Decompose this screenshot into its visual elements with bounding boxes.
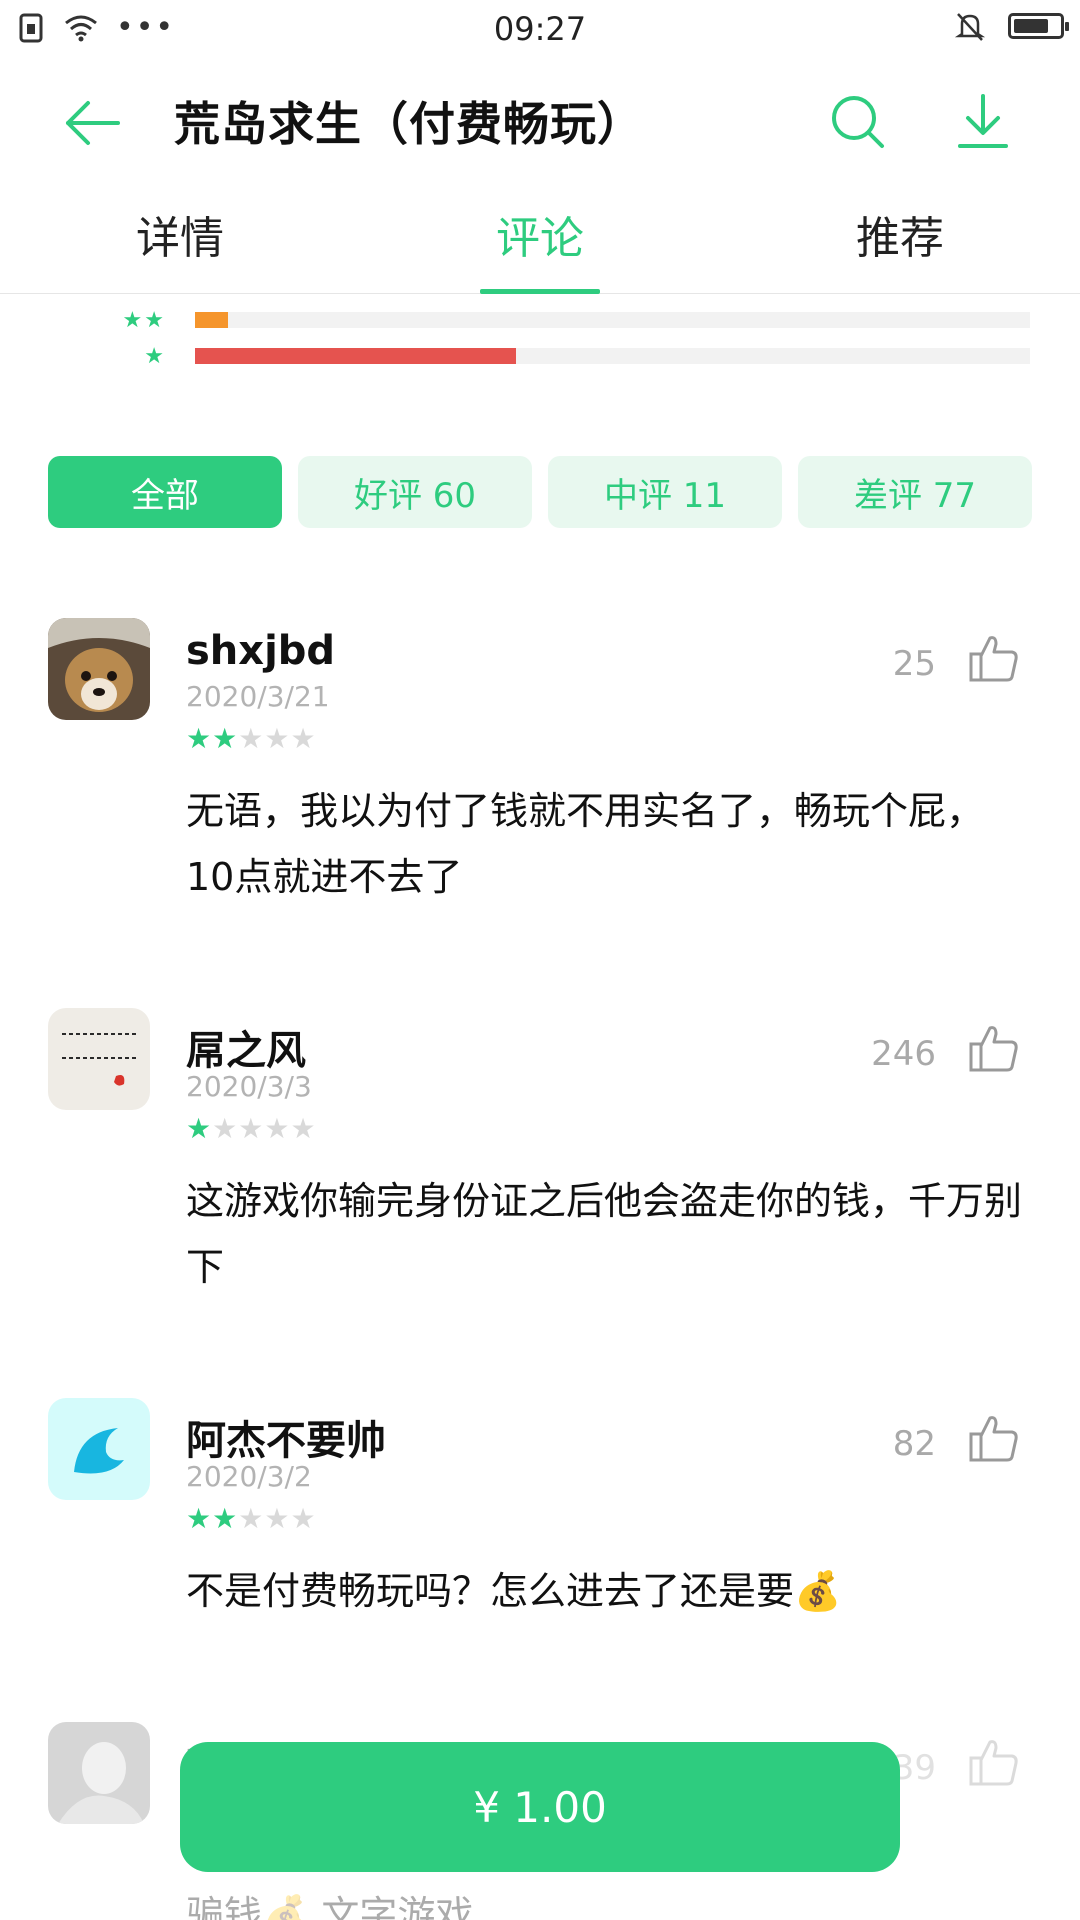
like-count: 246 [871, 1034, 936, 1074]
tab-details[interactable]: 详情 [80, 202, 280, 266]
wave-avatar-image [48, 1398, 150, 1500]
star-icon: ★ [290, 1112, 317, 1145]
star-icon: ★ [212, 1502, 239, 1535]
review-date: 2020/3/21 [186, 680, 330, 713]
rating-fill-1-star [195, 348, 517, 364]
calligraphy-avatar-image [48, 1008, 150, 1110]
star-icon: ★ [264, 1502, 291, 1535]
avatar[interactable] [48, 1008, 150, 1110]
status-right-icons [954, 10, 1069, 42]
star-icon: ★ [264, 1112, 291, 1145]
avatar[interactable] [48, 1398, 150, 1500]
thumbs-up-icon[interactable] [968, 1736, 1020, 1788]
star-icon: ★ [290, 1502, 317, 1535]
like-count: 82 [892, 1424, 936, 1464]
buy-button[interactable]: ¥ 1.00 [180, 1742, 900, 1872]
search-icon[interactable] [826, 90, 888, 152]
rating-fill-2-star [195, 312, 229, 328]
rating-row-2-star: ★★ [0, 308, 1080, 333]
reviewer-name: 屌之风 [186, 1028, 306, 1074]
reviewer-name: shxjbd [186, 628, 336, 674]
star-icon: ★ [238, 1112, 265, 1145]
tab-bar: 详情 评论 推荐 [0, 186, 1080, 294]
bell-muted-icon [954, 13, 986, 41]
review-text: 无语，我以为付了钱就不用实名了，畅玩个屁，10点就进不去了 [186, 789, 985, 899]
rating-track [195, 312, 1030, 328]
star-icon: ★ [186, 1112, 213, 1145]
rating-track [195, 348, 1030, 364]
filter-positive[interactable]: 好评 60 [298, 456, 532, 528]
review-date: 2020/3/2 [186, 1460, 312, 1493]
filter-all[interactable]: 全部 [48, 456, 282, 528]
reviewer-name: 阿杰不要帅 [186, 1418, 386, 1464]
thumbs-up-icon[interactable] [968, 1412, 1020, 1464]
review-text: 不是付费畅玩吗？怎么进去了还是要💰 [186, 1569, 842, 1613]
tab-recommend[interactable]: 推荐 [800, 202, 1000, 266]
dog-avatar-image [48, 618, 150, 720]
star-icon: ★ [212, 1112, 239, 1145]
review-stars: ★★★★★ [186, 1112, 317, 1145]
portrait-avatar-image [48, 1722, 150, 1824]
review-text: 这游戏你输完身份证之后他会盗走你的钱，千万别下 [186, 1179, 1023, 1289]
battery-icon [1008, 13, 1069, 39]
review-stars: ★★★★★ [186, 1502, 317, 1535]
star-icon: ★ [186, 1502, 213, 1535]
like-count: 25 [892, 644, 936, 684]
tab-comments[interactable]: 评论 [440, 202, 640, 266]
status-bar: ••• 09:27 [0, 0, 1080, 60]
avatar[interactable] [48, 618, 150, 720]
page-title: 荒岛求生（付费畅玩） [174, 97, 644, 151]
back-arrow-icon[interactable] [62, 92, 124, 154]
rating-stars-label: ★ [144, 344, 166, 369]
star-icon: ★ [238, 722, 265, 755]
rating-row-1-star: ★ [0, 344, 1080, 369]
download-icon[interactable] [952, 90, 1014, 152]
thumbs-up-icon[interactable] [968, 632, 1020, 684]
tab-indicator [480, 289, 600, 294]
review-text: 骗钱💰 文字游戏 [186, 1893, 474, 1920]
star-icon: ★ [290, 722, 317, 755]
review-filters: 全部 好评 60 中评 11 差评 77 [48, 456, 1032, 528]
review-stars: ★★★★★ [186, 722, 317, 755]
status-time: 09:27 [493, 10, 587, 48]
thumbs-up-icon[interactable] [968, 1022, 1020, 1074]
star-icon: ★ [186, 722, 213, 755]
review-date: 2020/3/3 [186, 1070, 312, 1103]
app-header: 荒岛求生（付费畅玩） [0, 68, 1080, 174]
rating-stars-label: ★★ [122, 308, 166, 333]
star-icon: ★ [212, 722, 239, 755]
filter-neutral[interactable]: 中评 11 [548, 456, 782, 528]
avatar[interactable] [48, 1722, 150, 1824]
star-icon: ★ [238, 1502, 265, 1535]
star-icon: ★ [264, 722, 291, 755]
filter-negative[interactable]: 差评 77 [798, 456, 1032, 528]
